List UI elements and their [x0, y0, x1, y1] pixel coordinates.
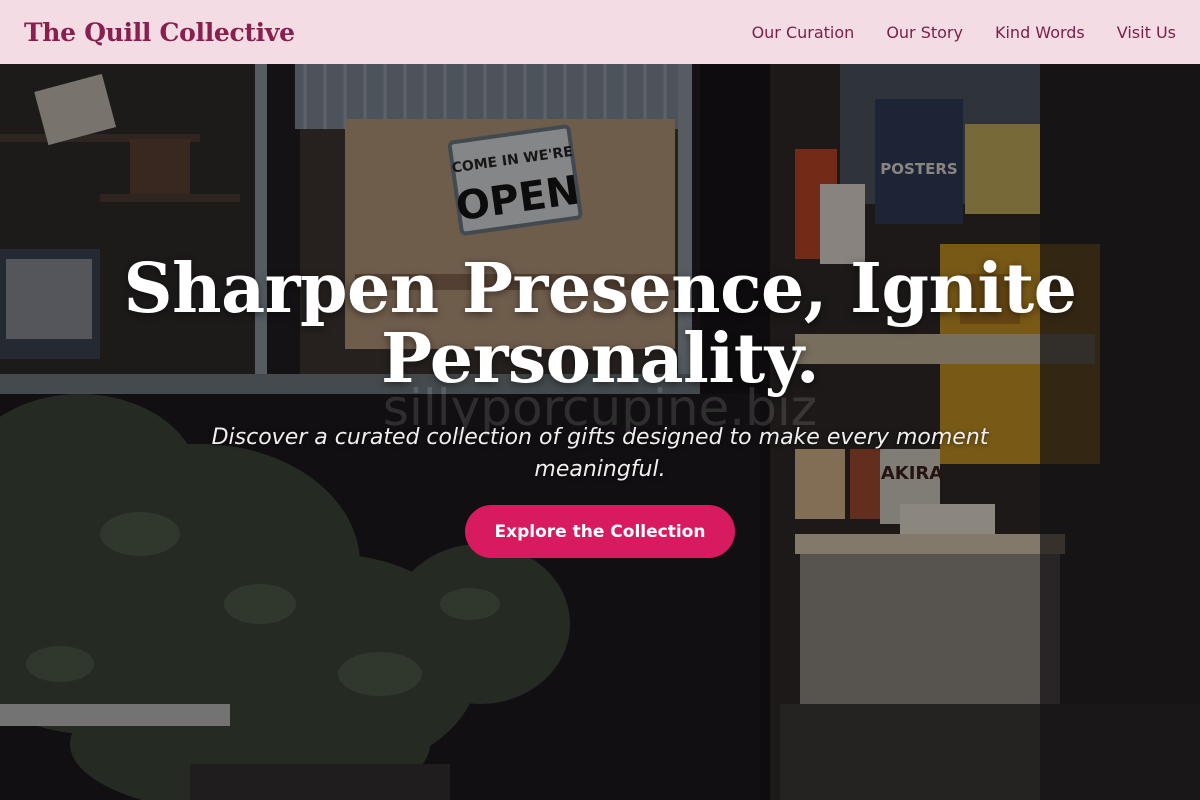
hero-headline: Sharpen Presence, Ignite Personality. [100, 254, 1100, 394]
brand-logo[interactable]: The Quill Collective [24, 18, 295, 47]
hero-section: COME IN WE'RE OPEN POSTERS AKIRA Sharpen… [0, 64, 1200, 800]
main-nav: Our Curation Our Story Kind Words Visit … [752, 23, 1176, 42]
hero-content: Sharpen Presence, Ignite Personality. si… [0, 64, 1200, 800]
explore-collection-button[interactable]: Explore the Collection [465, 505, 735, 558]
nav-our-story[interactable]: Our Story [886, 23, 963, 42]
site-header: The Quill Collective Our Curation Our St… [0, 0, 1200, 64]
hero-subheading: Discover a curated collection of gifts d… [211, 425, 989, 482]
nav-our-curation[interactable]: Our Curation [752, 23, 855, 42]
nav-kind-words[interactable]: Kind Words [995, 23, 1085, 42]
hero-headline-line1: Sharpen Presence, Ignite [123, 249, 1077, 329]
nav-visit-us[interactable]: Visit Us [1117, 23, 1176, 42]
